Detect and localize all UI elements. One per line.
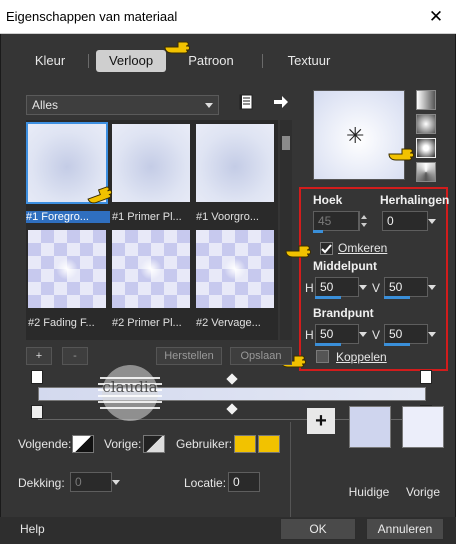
help-button[interactable]: Help — [20, 522, 45, 536]
sunburst-style-icon[interactable] — [416, 162, 436, 182]
gradient-caption: #2 Primer Pl... — [112, 317, 182, 329]
pointer-hand-icon — [164, 38, 190, 54]
opacity-dropdown-arrow[interactable] — [110, 472, 122, 492]
gradient-caption: #1 Voorgro... — [196, 211, 259, 223]
center-v-input[interactable]: 50 — [384, 277, 428, 297]
title-bar: Eigenschappen van materiaal ✕ — [0, 0, 456, 34]
tab-textuur[interactable]: Textuur — [276, 50, 342, 72]
gradient-thumb-5[interactable] — [112, 230, 190, 308]
library-scrollbar[interactable] — [280, 120, 292, 340]
user-color-swatch-alt[interactable] — [258, 435, 280, 453]
center-point-label: Middelpunt — [313, 259, 377, 273]
focal-h-input[interactable]: 50 — [315, 324, 359, 344]
location-label: Locatie: — [184, 476, 227, 490]
save-gradient-button[interactable]: Opslaan — [230, 347, 292, 365]
previous-label: Vorige: — [104, 437, 142, 451]
pointer-hand-icon — [388, 145, 414, 161]
foreground-stop-swatch[interactable] — [72, 435, 94, 453]
user-color-swatch[interactable] — [234, 435, 256, 453]
location-input[interactable]: 0 — [228, 472, 260, 492]
focal-h-dropdown-arrow[interactable] — [357, 324, 369, 344]
add-gradient-button[interactable]: + — [26, 347, 52, 365]
focal-v-slider[interactable] — [384, 343, 410, 346]
center-h-input[interactable]: 50 — [315, 277, 359, 297]
focal-v-dropdown-arrow[interactable] — [426, 324, 438, 344]
repeats-input[interactable]: 0 — [382, 211, 428, 231]
center-v-label: V — [372, 281, 381, 295]
repeats-dropdown-arrow[interactable] — [426, 211, 438, 231]
link-checkbox[interactable] — [316, 350, 329, 363]
opacity-input[interactable]: 0 — [70, 472, 112, 492]
bottom-stop-marker[interactable] — [31, 405, 43, 419]
rectangular-style-icon[interactable] — [416, 114, 436, 134]
link-label[interactable]: Koppelen — [336, 350, 387, 364]
angle-label: Hoek — [313, 193, 343, 207]
angle-input[interactable]: 45 — [313, 211, 359, 231]
divider — [290, 422, 291, 517]
invert-checkbox[interactable] — [320, 242, 333, 255]
top-stop-marker[interactable] — [31, 370, 43, 384]
follow-label: Volgende: — [18, 437, 72, 451]
center-h-dropdown-arrow[interactable] — [357, 277, 369, 297]
center-v-slider[interactable] — [384, 296, 410, 299]
focal-h-label: H — [305, 328, 314, 342]
gradient-thumb-2[interactable] — [112, 124, 190, 202]
linear-style-icon[interactable] — [416, 90, 436, 110]
previous-swatch[interactable] — [402, 406, 444, 448]
user-label: Gebruiker: — [176, 437, 233, 451]
gradient-caption: #2 Fading F... — [28, 317, 95, 329]
category-value: Alles — [32, 98, 59, 112]
focal-h-slider[interactable] — [315, 343, 341, 346]
add-to-swatches-button[interactable]: + — [307, 408, 335, 434]
background-stop-swatch[interactable] — [143, 435, 165, 453]
gradient-caption: #1 Primer Pl... — [112, 211, 182, 223]
chevron-down-icon — [205, 103, 213, 108]
svg-text:claudia: claudia — [102, 378, 157, 396]
center-v-dropdown-arrow[interactable] — [426, 277, 438, 297]
center-h-slider[interactable] — [315, 296, 341, 299]
arrow-right-icon[interactable] — [273, 95, 289, 109]
ok-button[interactable]: OK — [280, 518, 356, 540]
watermark-logo: claudia — [80, 358, 180, 428]
gradient-caption: #2 Vervage... — [196, 317, 261, 329]
gradient-thumb-3[interactable] — [196, 124, 274, 202]
current-swatch — [349, 406, 391, 448]
gradient-thumb-6[interactable] — [196, 230, 274, 308]
gradient-caption: #1 Foregro... — [26, 211, 110, 223]
tab-divider — [262, 54, 263, 68]
top-stop-marker[interactable] — [420, 370, 432, 384]
center-h-label: H — [305, 281, 314, 295]
previous-swatch-label: Vorige — [405, 485, 441, 499]
angle-spinner[interactable] — [359, 211, 367, 231]
pointer-hand-icon — [285, 242, 311, 258]
window-title: Eigenschappen van materiaal — [6, 9, 178, 24]
invert-label[interactable]: Omkeren — [338, 241, 387, 255]
category-dropdown[interactable]: Alles — [26, 95, 219, 115]
current-swatch-label: Huidige — [348, 485, 390, 499]
repeats-label: Herhalingen — [380, 193, 450, 207]
notebook-icon[interactable] — [238, 94, 254, 110]
angle-slider[interactable] — [313, 230, 323, 233]
tab-kleur[interactable]: Kleur — [22, 50, 78, 72]
gradient-thumb-4[interactable] — [28, 230, 106, 308]
cancel-button[interactable]: Annuleren — [366, 518, 444, 540]
focal-v-label: V — [372, 328, 381, 342]
tab-verloop[interactable]: Verloop — [96, 50, 166, 72]
radial-style-icon[interactable] — [416, 138, 436, 158]
opacity-label: Dekking: — [18, 476, 65, 490]
focal-v-input[interactable]: 50 — [384, 324, 428, 344]
focal-point-label: Brandpunt — [313, 306, 374, 320]
scrollbar-thumb[interactable] — [282, 136, 290, 150]
center-crosshair-icon[interactable]: ✳ — [346, 123, 364, 149]
close-button[interactable]: ✕ — [424, 6, 448, 28]
tab-divider — [88, 54, 89, 68]
